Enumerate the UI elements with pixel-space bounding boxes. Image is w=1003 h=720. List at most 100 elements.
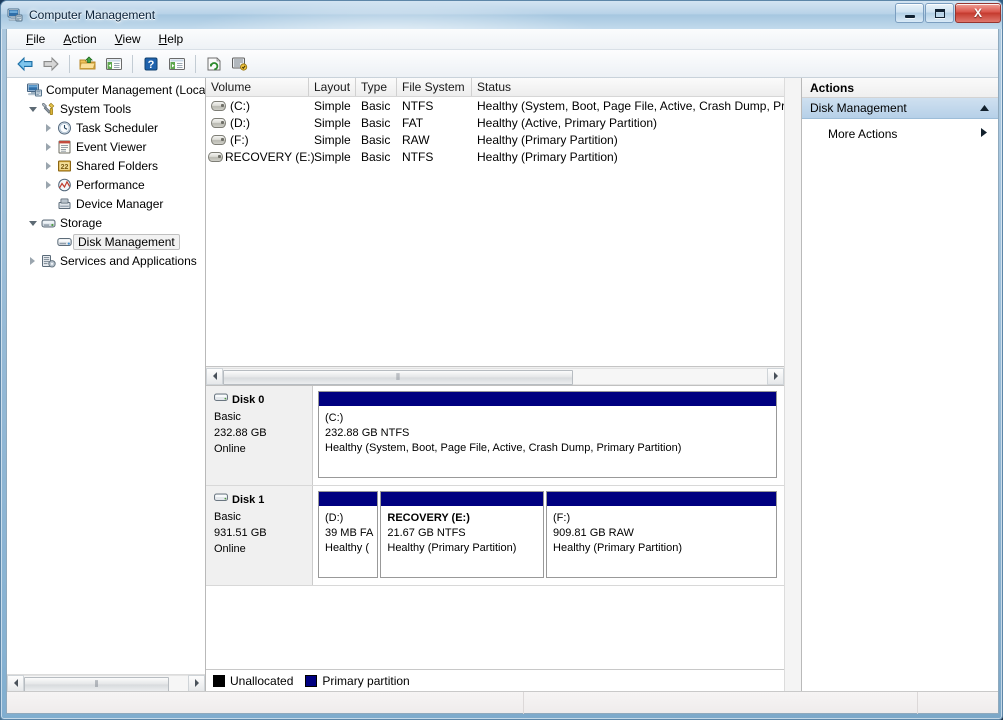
cell-layout: Simple — [314, 149, 351, 164]
volume-scroll-right-button[interactable] — [767, 367, 784, 385]
up-one-level-button[interactable] — [76, 52, 100, 76]
volume-list[interactable]: Volume Layout Type File System Status (C… — [206, 78, 784, 367]
window-title: Computer Management — [29, 8, 156, 22]
refresh-button[interactable] — [202, 52, 226, 76]
tree-node-task-scheduler[interactable]: Task Scheduler — [7, 118, 205, 137]
volume-scroll-track[interactable]: ⦀ — [223, 367, 767, 385]
disk-view-empty-area — [206, 586, 784, 669]
column-header-layout[interactable]: Layout — [309, 78, 356, 96]
tree-label-storage: Storage — [60, 215, 103, 230]
column-header-type[interactable]: Type — [356, 78, 397, 96]
volume-list-horizontal-scrollbar[interactable]: ⦀ — [206, 367, 784, 386]
disk-name-1: Disk 1 — [232, 493, 265, 506]
actions-pane: Actions Disk Management More Actions — [801, 78, 998, 691]
partition-c[interactable]: (C:) 232.88 GB NTFS Healthy (System, Boo… — [318, 391, 777, 478]
tree-expander-task-scheduler[interactable] — [41, 123, 56, 132]
maximize-button[interactable] — [925, 3, 954, 23]
tree-node-event-viewer[interactable]: Event Viewer — [7, 137, 205, 156]
main-body: Computer Management (Local System Tools … — [7, 78, 998, 692]
tree-expander-shared-folders[interactable] — [41, 161, 56, 170]
show-hide-console-tree-icon — [106, 57, 122, 70]
center-vertical-scroll-strip[interactable] — [784, 78, 801, 691]
back-button[interactable] — [13, 52, 37, 76]
partition-status-e: Healthy (Primary Partition) — [387, 542, 517, 554]
tree-node-disk-management[interactable]: Disk Management — [7, 232, 205, 251]
tree-node-computer-management[interactable]: Computer Management (Local — [7, 80, 205, 99]
menu-view[interactable]: View — [106, 30, 150, 48]
tree-expander-system-tools[interactable] — [25, 105, 40, 112]
tree-scroll-track[interactable]: ⦀ — [24, 674, 188, 692]
minimize-button[interactable] — [895, 3, 924, 23]
device-manager-icon — [56, 197, 73, 211]
action-item-more-actions[interactable]: More Actions — [802, 123, 998, 145]
tree-node-system-tools[interactable]: System Tools — [7, 99, 205, 118]
partition-status-d: Healthy ( — [325, 542, 370, 554]
partition-name-c: (C:) — [325, 412, 344, 424]
menu-action-rest: ction — [71, 32, 97, 46]
maximize-icon — [934, 8, 945, 18]
partition-f[interactable]: (F:) 909.81 GB RAW Healthy (Primary Part… — [546, 491, 777, 578]
disk-title-1: Disk 1 — [214, 493, 312, 506]
cell-type: Basic — [361, 98, 391, 113]
back-arrow-icon — [17, 56, 33, 71]
partition-e-recovery[interactable]: RECOVERY (E:) 21.67 GB NTFS Healthy (Pri… — [380, 491, 545, 578]
menu-file[interactable]: File — [17, 30, 54, 48]
volume-scroll-left-button[interactable] — [206, 367, 223, 385]
unallocated-swatch-icon — [213, 674, 225, 687]
rescan-disks-icon — [232, 57, 248, 71]
table-row[interactable]: (D:) Simple Basic FAT Healthy (Active, P… — [206, 114, 784, 131]
volume-list-header[interactable]: Volume Layout Type File System Status — [206, 78, 784, 97]
disk-row-0[interactable]: Disk 0 Basic 232.88 GB Online (C:) 232.8… — [206, 386, 784, 486]
close-button[interactable]: X — [955, 3, 1001, 23]
tree-node-storage[interactable]: Storage — [7, 213, 205, 232]
collapse-chevron-up-icon[interactable] — [979, 101, 990, 115]
column-header-volume[interactable]: Volume — [206, 78, 309, 96]
close-icon: X — [973, 6, 982, 20]
tree-expander-services[interactable] — [25, 256, 40, 265]
show-hide-action-pane-button[interactable] — [165, 52, 189, 76]
tree-node-performance[interactable]: Performance — [7, 175, 205, 194]
tree-node-device-manager[interactable]: Device Manager — [7, 194, 205, 213]
help-button[interactable]: ? — [139, 52, 163, 76]
show-hide-tree-button[interactable] — [102, 52, 126, 76]
tree-node-shared-folders[interactable]: 22 Shared Folders — [7, 156, 205, 175]
folder-up-icon — [79, 55, 96, 69]
svg-text:?: ? — [148, 59, 155, 71]
tree-horizontal-scrollbar[interactable]: ⦀ — [7, 674, 205, 692]
table-row[interactable]: (C:) Simple Basic NTFS Healthy (System, … — [206, 97, 784, 114]
console-tree[interactable]: Computer Management (Local System Tools … — [7, 78, 205, 674]
tree-expander-performance[interactable] — [41, 180, 56, 189]
tree-scroll-right-button[interactable] — [188, 674, 205, 692]
menu-help[interactable]: Help — [150, 30, 193, 48]
chevron-right-icon — [30, 256, 35, 265]
partition-status-f: Healthy (Primary Partition) — [553, 542, 682, 554]
disk-icon — [214, 493, 229, 506]
tree-node-services-and-applications[interactable]: Services and Applications — [7, 251, 205, 270]
title-bar[interactable]: Computer Management X — [1, 1, 1002, 29]
action-label-more-actions: More Actions — [828, 127, 898, 141]
table-row[interactable]: (F:) Simple Basic RAW Healthy (Primary P… — [206, 131, 784, 148]
column-header-file-system[interactable]: File System — [397, 78, 472, 96]
tree-scroll-left-button[interactable] — [7, 674, 24, 692]
rescan-disks-button[interactable] — [228, 52, 252, 76]
window-controls: X — [895, 3, 1001, 23]
menu-action[interactable]: Action — [54, 30, 105, 48]
table-row[interactable]: RECOVERY (E:) Simple Basic NTFS Healthy … — [206, 148, 784, 165]
tree-label-event-viewer: Event Viewer — [76, 139, 147, 154]
disk-partitions-0: (C:) 232.88 GB NTFS Healthy (System, Boo… — [313, 386, 784, 485]
partition-color-bar — [547, 492, 776, 507]
volume-scroll-thumb[interactable]: ⦀ — [223, 369, 573, 385]
volume-list-rows: (C:) Simple Basic NTFS Healthy (System, … — [206, 97, 784, 366]
column-header-status[interactable]: Status — [472, 78, 784, 96]
disk-type-1: Basic — [214, 511, 241, 523]
svg-text:22: 22 — [61, 164, 69, 171]
forward-button[interactable] — [39, 52, 63, 76]
actions-header-disk-management[interactable]: Disk Management — [802, 98, 998, 119]
disk-row-1[interactable]: Disk 1 Basic 931.51 GB Online (D:) 39 MB… — [206, 486, 784, 586]
partition-color-bar — [319, 392, 776, 407]
tree-expander-storage[interactable] — [25, 219, 40, 226]
tree-expander-event-viewer[interactable] — [41, 142, 56, 151]
disk-partitions-1: (D:) 39 MB FA Healthy ( RECOVERY (E:) 21… — [313, 486, 784, 585]
partition-d[interactable]: (D:) 39 MB FA Healthy ( — [318, 491, 379, 578]
tree-scroll-thumb[interactable]: ⦀ — [24, 676, 169, 692]
